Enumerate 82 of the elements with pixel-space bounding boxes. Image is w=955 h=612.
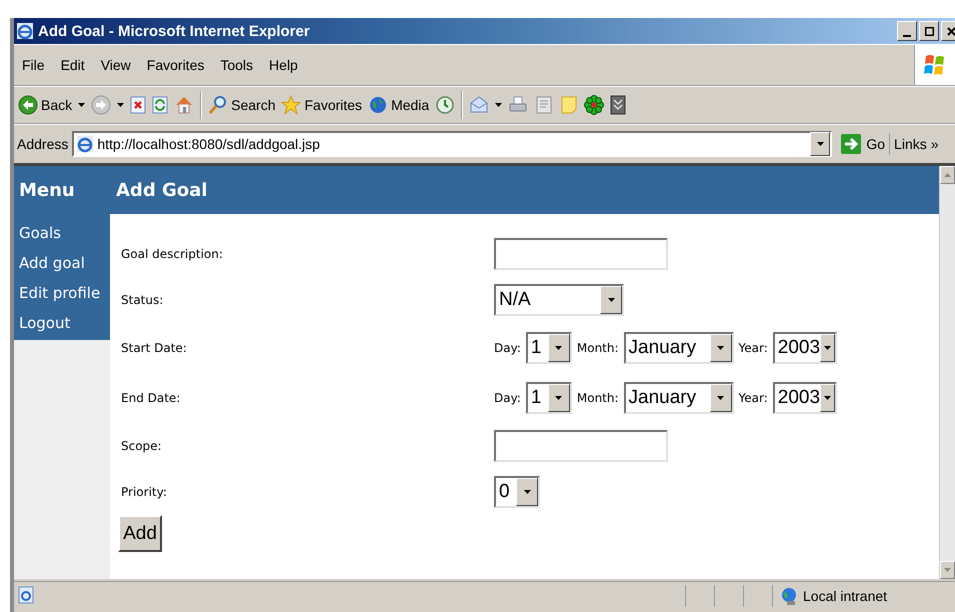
caret-icon[interactable]	[78, 103, 86, 107]
caret-icon[interactable]	[117, 103, 124, 107]
sidebar-link[interactable]: Goals	[19, 218, 61, 248]
network-globe-icon	[779, 586, 799, 606]
arrow-down-icon	[944, 568, 951, 572]
menu-item[interactable]: Edit	[52, 57, 93, 73]
history-icon[interactable]	[435, 95, 456, 115]
browser-logo-icon	[16, 22, 34, 40]
date-part-label: Month:	[576, 391, 619, 405]
stop-icon[interactable]	[130, 96, 146, 114]
menu-item[interactable]: Favorites	[138, 57, 212, 73]
scroll-up-button[interactable]	[940, 166, 955, 184]
caret-icon	[608, 298, 614, 302]
field-label: Priority:	[120, 485, 167, 499]
document-icon[interactable]	[534, 95, 554, 115]
add-button[interactable]: Add	[118, 515, 162, 552]
go-button[interactable]: Go	[836, 133, 890, 155]
field-label: Scope:	[120, 439, 162, 453]
caret-icon	[555, 346, 562, 350]
page-heading: Add Goal	[110, 166, 939, 214]
maximize-button[interactable]	[919, 21, 939, 41]
windows-flag-icon	[923, 52, 947, 78]
address-field[interactable]: http://localhost:8080/sdl/addgoal.jsp	[72, 131, 832, 157]
arrow-up-icon	[944, 173, 951, 177]
date-part-label: Day:	[494, 341, 521, 355]
caret-icon	[524, 490, 530, 494]
dropdown[interactable]: 1	[526, 382, 572, 414]
caret-icon	[717, 396, 724, 400]
links-button[interactable]: Links	[894, 136, 927, 152]
menu-item[interactable]: View	[92, 57, 139, 73]
field-label: Status:	[120, 293, 164, 307]
maximize-icon	[924, 26, 934, 36]
date-part-label: Year:	[738, 391, 768, 405]
field-label: Start Date:	[120, 341, 187, 355]
search-button[interactable]: Search	[208, 95, 276, 115]
sidebar-link[interactable]: Edit profile	[19, 278, 100, 308]
dropdown[interactable]: N/A	[494, 284, 624, 316]
date-part-label: Month:	[576, 341, 619, 355]
sidebar-link[interactable]: Add goal	[19, 248, 85, 278]
back-button[interactable]: Back	[18, 95, 72, 115]
star-icon[interactable]	[281, 95, 302, 115]
menu-item[interactable]: Tools	[212, 57, 262, 73]
minimize-button[interactable]	[897, 21, 917, 41]
date-part-label: Year:	[738, 341, 768, 355]
flower-icon[interactable]	[584, 95, 604, 115]
date-part-label: Day:	[494, 391, 521, 405]
input-field[interactable]	[494, 430, 668, 462]
caret-icon	[824, 346, 831, 350]
close-icon	[946, 26, 955, 36]
favorites-button[interactable]: Favorites	[281, 95, 362, 115]
envelope-icon[interactable]	[469, 95, 490, 115]
search-icon[interactable]	[208, 95, 228, 115]
field-label: End Date:	[120, 391, 180, 405]
dropdown[interactable]: 2003	[772, 332, 837, 364]
caret-icon	[555, 396, 562, 400]
caret-icon	[717, 346, 724, 350]
status-zone-text: Local intranet	[803, 588, 888, 604]
caret-icon	[824, 396, 831, 400]
scroll-down-button[interactable]	[940, 561, 955, 579]
dropdown[interactable]: 0	[494, 476, 540, 508]
download-icon[interactable]	[610, 95, 626, 115]
dropdown[interactable]: January	[624, 382, 734, 414]
refresh-icon[interactable]	[152, 96, 168, 114]
home-icon[interactable]	[174, 95, 194, 115]
sidebar-link[interactable]: Logout	[19, 308, 70, 338]
dropdown[interactable]: 2003	[772, 382, 837, 414]
dropdown[interactable]: 1	[526, 332, 572, 364]
window-title: Add Goal - Microsoft Internet Explorer	[38, 22, 311, 40]
sidebar-heading: Menu	[14, 166, 110, 214]
close-button[interactable]	[941, 21, 955, 41]
more-button[interactable]: »	[930, 136, 939, 152]
address-label: Address	[17, 136, 68, 152]
input-field[interactable]	[494, 238, 668, 270]
minimize-icon	[903, 35, 911, 37]
menu-item[interactable]: File	[14, 57, 53, 73]
media-button[interactable]: Media	[368, 95, 430, 115]
caret-icon	[816, 142, 824, 146]
globe-icon[interactable]	[368, 95, 388, 115]
field-label: Goal description:	[120, 247, 223, 261]
caret-icon[interactable]	[495, 103, 502, 107]
menu-item[interactable]: Help	[261, 57, 306, 73]
dropdown[interactable]: January	[624, 332, 734, 364]
